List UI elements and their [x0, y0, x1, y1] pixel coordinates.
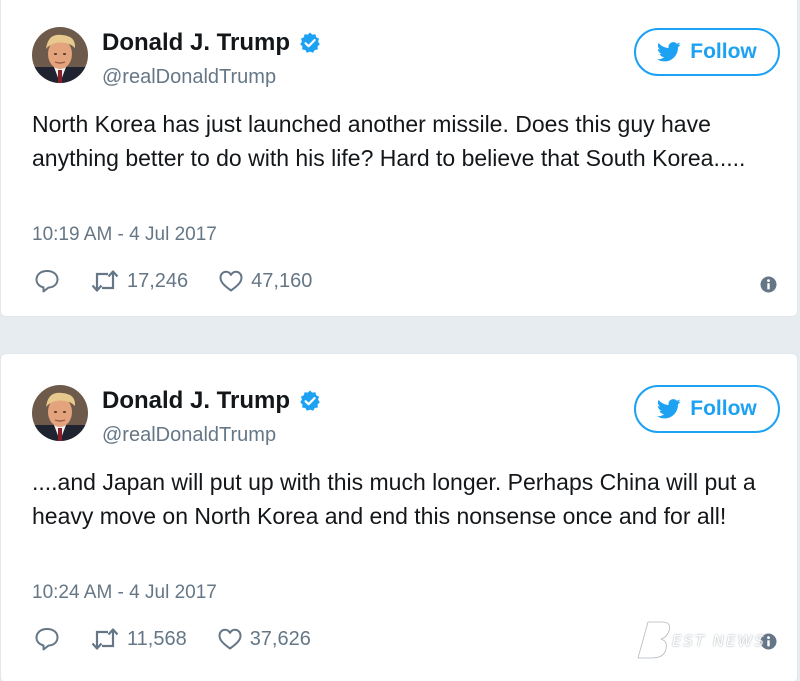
- avatar[interactable]: [32, 27, 88, 83]
- retweet-icon: [91, 270, 119, 292]
- retweet-count: 11,568: [127, 627, 187, 650]
- tweet-text: North Korea has just launched another mi…: [32, 111, 746, 171]
- like-count: 37,626: [249, 627, 311, 650]
- info-icon[interactable]: [760, 633, 777, 650]
- avatar-image: [32, 27, 88, 83]
- avatar-image: [32, 385, 88, 441]
- reply-button[interactable]: [34, 627, 60, 651]
- avatar[interactable]: [32, 385, 88, 441]
- author-name-text: Donald J. Trump: [102, 387, 291, 414]
- reply-icon: [35, 270, 59, 293]
- timestamp[interactable]: 10:24 AM - 4 Jul 2017: [32, 582, 217, 604]
- twitter-bird-icon: [657, 42, 681, 62]
- retweet-icon: [91, 628, 119, 650]
- info-icon[interactable]: [760, 276, 777, 293]
- timestamp[interactable]: 10:19 AM - 4 Jul 2017: [32, 224, 217, 246]
- author-name[interactable]: Donald J. Trump: [102, 387, 322, 415]
- tweet-actions: 11,568 37,626: [34, 627, 311, 651]
- author-handle[interactable]: @realDonaldTrump: [102, 66, 276, 89]
- verified-badge-icon: [300, 390, 320, 411]
- follow-button[interactable]: Follow: [634, 28, 780, 76]
- tweet-card-1: Donald J. Trump @realDonaldTrump Follow …: [0, 0, 798, 317]
- twitter-bird-icon: [657, 399, 681, 419]
- like-button[interactable]: 37,626: [217, 627, 311, 651]
- tweet-card-2: Donald J. Trump @realDonaldTrump Follow …: [0, 353, 798, 681]
- retweet-button[interactable]: 11,568: [90, 627, 187, 651]
- tweet-actions: 17,246 47,160: [34, 269, 312, 293]
- like-button[interactable]: 47,160: [218, 269, 312, 293]
- tweet-text: ....and Japan will put up with this much…: [32, 469, 756, 529]
- author-handle[interactable]: @realDonaldTrump: [102, 424, 276, 447]
- retweet-count: 17,246: [127, 269, 189, 292]
- heart-icon: [219, 270, 243, 292]
- reply-button[interactable]: [34, 269, 60, 293]
- verified-badge-icon: [300, 32, 320, 53]
- author-name-text: Donald J. Trump: [102, 29, 291, 56]
- follow-label: Follow: [690, 397, 757, 420]
- retweet-button[interactable]: 17,246: [90, 269, 188, 293]
- follow-button[interactable]: Follow: [634, 385, 780, 433]
- author-name[interactable]: Donald J. Trump: [102, 29, 322, 57]
- heart-icon: [218, 628, 242, 650]
- like-count: 47,160: [251, 269, 313, 292]
- reply-icon: [35, 628, 59, 651]
- follow-label: Follow: [690, 40, 757, 63]
